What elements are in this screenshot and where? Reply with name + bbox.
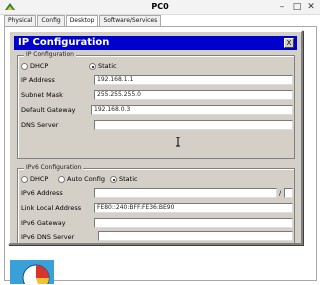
- close-window-button[interactable]: ✕: [304, 1, 318, 13]
- link-local-address-label: Link Local Address: [21, 204, 82, 212]
- minimize-button[interactable]: –: [275, 1, 289, 13]
- ipv6-auto-config-label: Auto Config: [67, 175, 106, 183]
- maximize-button[interactable]: □: [290, 1, 304, 13]
- ip-configuration-window: IP Configuration X IP Configuration DHCP…: [8, 30, 303, 245]
- ipv6-address-field[interactable]: [94, 188, 277, 198]
- ipv4-dhcp-label: DHCP: [30, 62, 49, 70]
- ipv6-prefix-field[interactable]: [284, 188, 293, 198]
- pie-chart-icon[interactable]: [10, 260, 54, 284]
- subnet-mask-field[interactable]: 255.255.255.0: [94, 90, 293, 100]
- ipv6-gateway-label: IPv6 Gateway: [21, 219, 66, 227]
- default-gateway-field[interactable]: 192.168.0.3: [91, 105, 293, 115]
- ipv6-dns-server-field[interactable]: [98, 231, 293, 241]
- ipv4-group: IP Configuration DHCP Static IP Address …: [17, 51, 295, 159]
- ipv6-address-label: IPv6 Address: [21, 189, 63, 197]
- default-gateway-label: Default Gateway: [21, 106, 76, 114]
- ipv4-group-title: IP Configuration: [24, 51, 76, 59]
- ipv6-auto-config-radio[interactable]: [58, 176, 65, 183]
- ip-configuration-header: IP Configuration X: [14, 36, 297, 50]
- title-bar: PC0 – □ ✕: [0, 0, 320, 15]
- tab-physical[interactable]: Physical: [4, 15, 37, 26]
- ipv4-dhcp-radio[interactable]: [21, 63, 28, 70]
- window-title: PC0: [151, 2, 169, 11]
- subnet-mask-label: Subnet Mask: [21, 91, 63, 99]
- tab-software-services[interactable]: Software/Services: [99, 15, 162, 26]
- ipv6-static-radio[interactable]: [110, 176, 117, 183]
- ipv6-dns-server-label: IPv6 DNS Server: [21, 233, 75, 241]
- close-ip-configuration-button[interactable]: X: [284, 38, 294, 48]
- ip-address-label: IP Address: [21, 76, 55, 84]
- ipv6-dhcp-radio[interactable]: [21, 176, 28, 183]
- ipv4-static-radio[interactable]: [89, 63, 96, 70]
- ip-address-field[interactable]: 192.168.1.1: [94, 75, 293, 85]
- prefix-separator: /: [279, 189, 282, 197]
- ipv6-gateway-field[interactable]: [94, 218, 293, 228]
- dns-server-field[interactable]: [94, 120, 293, 130]
- ipv6-dhcp-label: DHCP: [30, 175, 49, 183]
- ipv4-static-label: Static: [98, 62, 117, 70]
- mouse-cursor-icon: [176, 137, 180, 147]
- ip-configuration-title: IP Configuration: [18, 37, 110, 48]
- tab-config[interactable]: Config: [37, 15, 65, 26]
- dns-server-label: DNS Server: [21, 121, 59, 129]
- ipv6-group-title: IPv6 Configuration: [24, 164, 84, 172]
- ipv6-static-label: Static: [119, 175, 138, 183]
- link-local-address-field[interactable]: FE80::240:BFF:FE36:BE90: [94, 203, 293, 213]
- ipv6-group: IPv6 Configuration DHCP Auto Config Stat…: [17, 164, 295, 244]
- tab-desktop[interactable]: Desktop: [65, 15, 99, 26]
- tab-bar: Physical Config Desktop Software/Service…: [4, 15, 162, 26]
